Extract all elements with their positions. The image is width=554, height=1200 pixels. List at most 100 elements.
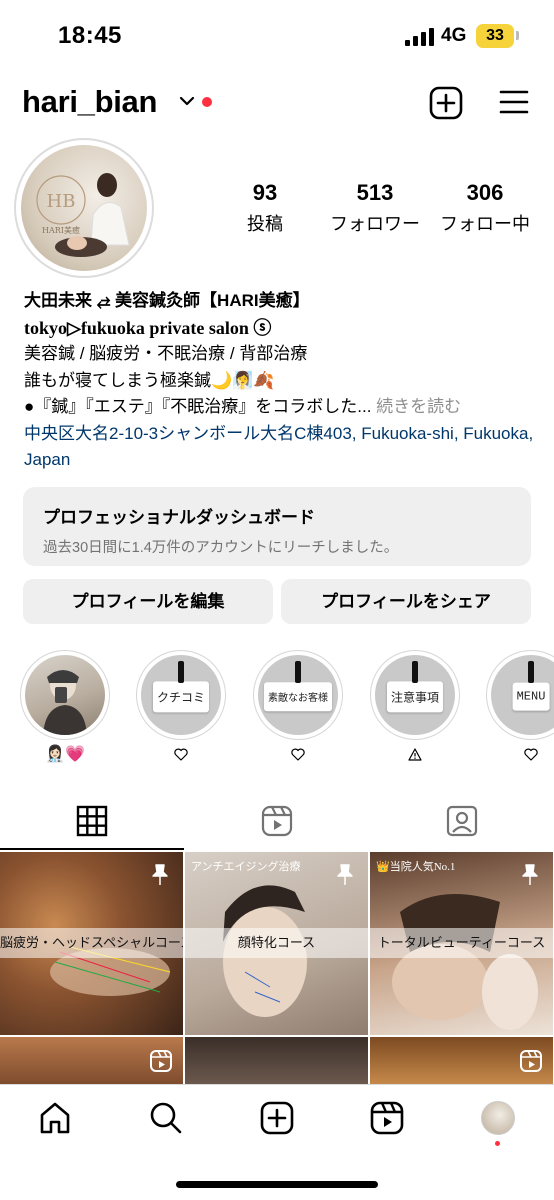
search-icon[interactable]	[149, 1101, 183, 1135]
bio-text: ●『鍼』『エステ』『不眠治療』をコラボした...	[24, 397, 372, 416]
stat-value: 306	[466, 180, 504, 205]
highlight-title: MENU	[512, 682, 550, 711]
reels-icon	[150, 1050, 172, 1072]
followers-count[interactable]: 513 フォロワー	[320, 180, 430, 236]
notification-dot	[495, 1141, 500, 1146]
warning-icon	[408, 747, 422, 761]
profile-tabs	[0, 796, 554, 850]
post-tile[interactable]	[0, 1037, 183, 1084]
highlight-ring: 素敵なお客様	[253, 650, 343, 740]
post-label: トータルビューティーコース	[370, 928, 553, 958]
profile-header: hari_bian	[0, 80, 554, 130]
highlight-cover: 素敵なお客様	[258, 655, 338, 735]
post-label: 顔特化コース	[185, 928, 368, 958]
bio-line-salon: tokyo▷fukuoka private salon ⓢ	[24, 317, 272, 338]
pin-icon	[522, 864, 538, 885]
hamburger-menu-icon[interactable]	[499, 88, 529, 116]
highlight-item[interactable]: 注意事項	[370, 650, 460, 764]
svg-text:HB: HB	[47, 191, 76, 212]
post-tile[interactable]	[185, 1037, 368, 1084]
post-tile[interactable]	[370, 1037, 553, 1084]
stat-value: 93	[252, 180, 278, 205]
professional-dashboard[interactable]: プロフェッショナルダッシュボード 過去30日間に1.4万件のアカウントにリーチし…	[23, 487, 531, 566]
following-count[interactable]: 306 フォロー中	[430, 180, 540, 236]
heart-icon	[174, 748, 188, 761]
highlight-item[interactable]: MENU	[486, 650, 554, 764]
stat-label: フォロワー	[330, 214, 420, 234]
highlight-title: 素敵なお客様	[264, 682, 332, 712]
post-tile[interactable]: アンチエイジング治療 顔特化コース	[185, 852, 368, 1035]
post-tile[interactable]: 脳疲労・ヘッドスペシャルコース	[0, 852, 183, 1035]
clip-icon	[178, 661, 184, 683]
dashboard-subtitle: 過去30日間に1.4万件のアカウントにリーチしました。	[43, 540, 399, 556]
home-indicator	[176, 1181, 378, 1188]
posts-grid: 脳疲労・ヘッドスペシャルコース アンチエイジング治療 顔特化コース 👑当院人気N…	[0, 852, 554, 1084]
highlight-caption	[253, 744, 343, 764]
share-profile-button[interactable]: プロフィールをシェア	[281, 579, 531, 624]
network-type: 4G	[441, 25, 467, 46]
avatar-illustration: HB HARI美癒	[36, 173, 130, 257]
highlight-item[interactable]: クチコミ	[136, 650, 226, 764]
highlight-cover: MENU	[491, 655, 554, 735]
tagged-icon[interactable]	[445, 804, 479, 838]
avatar-photo: HB HARI美癒	[21, 145, 147, 271]
highlight-title: クチコミ	[152, 681, 210, 713]
reels-icon[interactable]	[260, 804, 294, 838]
profile-avatar[interactable]: HB HARI美癒	[14, 138, 154, 278]
highlight-caption	[370, 744, 460, 764]
post-top-label: アンチエイジング治療	[191, 861, 301, 873]
username-switcher[interactable]: hari_bian	[22, 84, 157, 120]
profile-avatar-nav[interactable]	[481, 1101, 515, 1135]
clip-icon	[295, 661, 301, 683]
highlight-caption	[136, 744, 226, 764]
highlight-caption: 👩🏻‍⚕️💗	[45, 746, 85, 763]
battery-tip	[516, 31, 519, 40]
status-bar: 18:45 4G 33	[0, 0, 554, 72]
highlight-item[interactable]: 👩🏻‍⚕️💗	[20, 650, 110, 764]
highlight-ring	[20, 650, 110, 740]
chevron-down-icon[interactable]	[178, 92, 196, 110]
dashboard-title: プロフェッショナルダッシュボード	[43, 508, 315, 527]
signal-icon	[405, 28, 434, 46]
highlight-cover: 注意事項	[375, 655, 455, 735]
heart-icon	[291, 748, 305, 761]
edit-profile-button[interactable]: プロフィールを編集	[23, 579, 273, 624]
status-time: 18:45	[58, 22, 122, 49]
stat-value: 513	[356, 180, 394, 205]
clip-icon	[412, 661, 418, 683]
highlight-cover: クチコミ	[141, 655, 221, 735]
display-name: 大田未来 ⥄ 美容鍼灸師【HARI美癒】	[24, 291, 310, 310]
profile-stats: 93 投稿 513 フォロワー 306 フォロー中	[210, 180, 540, 236]
stat-label: 投稿	[247, 214, 283, 234]
grid-icon[interactable]	[75, 804, 109, 838]
post-top-label: 👑当院人気No.1	[376, 861, 456, 873]
active-tab-indicator	[0, 848, 184, 850]
create-post-icon[interactable]	[429, 86, 463, 120]
profile-bio: 大田未来 ⥄ 美容鍼灸師【HARI美癒】 tokyo▷fukuoka priva…	[24, 288, 544, 474]
battery-icon: 33	[476, 24, 514, 48]
highlight-caption	[486, 744, 554, 764]
notification-dot	[202, 97, 212, 107]
reels-nav-icon[interactable]	[370, 1101, 404, 1135]
highlight-ring: 注意事項	[370, 650, 460, 740]
reels-icon	[520, 1050, 542, 1072]
read-more-link[interactable]: 続きを読む	[376, 397, 461, 416]
home-icon[interactable]	[38, 1101, 72, 1135]
highlight-item[interactable]: 素敵なお客様	[253, 650, 343, 764]
bio-line: 誰もが寝てしまう極楽鍼🌙🧖‍♀️🍂	[24, 370, 275, 390]
pin-icon	[337, 864, 353, 885]
stat-label: フォロー中	[440, 214, 530, 234]
highlight-title: 注意事項	[386, 681, 444, 713]
person-photo-icon	[43, 670, 87, 735]
posts-count[interactable]: 93 投稿	[210, 180, 320, 236]
clip-icon	[528, 661, 534, 683]
create-icon[interactable]	[260, 1101, 294, 1135]
highlight-ring: クチコミ	[136, 650, 226, 740]
post-label: 脳疲労・ヘッドスペシャルコース	[0, 928, 183, 958]
bio-line: 美容鍼 / 脳疲労・不眠治療 / 背部治療	[24, 344, 308, 363]
heart-icon	[524, 748, 538, 761]
post-tile[interactable]: 👑当院人気No.1 トータルビューティーコース	[370, 852, 553, 1035]
bio-line-truncated: ●『鍼』『エステ』『不眠治療』をコラボした... 続きを読む	[24, 394, 544, 421]
address-link[interactable]: 中央区大名2-10-3シャンボール大名C棟403, Fukuoka-shi, F…	[24, 421, 544, 474]
highlight-photo	[25, 655, 105, 735]
